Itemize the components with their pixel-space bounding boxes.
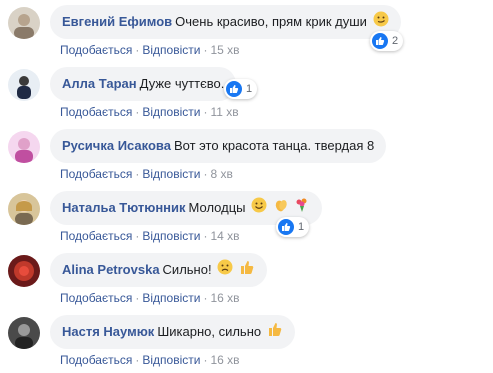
comment-timestamp[interactable]: 16 хв (210, 291, 239, 305)
comment-actions: Подобається · Відповісти · 16 хв (60, 353, 240, 367)
separator: · (135, 291, 140, 305)
reactions-summary[interactable]: 1 (276, 217, 310, 237)
separator: · (203, 167, 208, 181)
separator: · (203, 105, 208, 119)
comment-timestamp[interactable]: 8 хв (210, 167, 232, 181)
comment-bubble: Евгений Ефимов Очень красиво, прям крик д… (50, 5, 401, 39)
like-link[interactable]: Подобається (60, 167, 132, 181)
separator: · (203, 291, 208, 305)
reactions-summary[interactable]: 2 (370, 31, 404, 51)
sad-emoji-icon (217, 254, 233, 288)
avatar[interactable] (8, 317, 40, 349)
reaction-count: 2 (392, 35, 399, 47)
comment-timestamp[interactable]: 16 хв (210, 353, 239, 367)
comment-bubble: Русичка Исакова Вот это красота танца. тв… (50, 129, 387, 163)
avatar[interactable] (8, 69, 40, 101)
thumbs-up-emoji-icon (267, 316, 283, 350)
like-link[interactable]: Подобається (60, 353, 132, 367)
reply-link[interactable]: Відповісти (142, 229, 200, 243)
smile-emoji-icon (251, 192, 267, 226)
comment-actions: Подобається · Відповісти · 11 хв (60, 105, 239, 119)
thumbs-up-emoji-icon (239, 254, 255, 288)
separator: · (135, 353, 140, 367)
comment-actions: Подобається · Відповісти · 14 хв (60, 229, 240, 243)
comment-text: Сильно! (162, 262, 212, 277)
like-icon (278, 219, 294, 235)
comment-bubble: Настя Наумюк Шикарно, сильно (50, 315, 295, 349)
comment: Русичка Исакова Вот это красота танца. тв… (8, 129, 488, 187)
reply-link[interactable]: Відповісти (142, 291, 200, 305)
comment-timestamp[interactable]: 11 хв (210, 105, 238, 119)
separator: · (135, 167, 140, 181)
comment-author[interactable]: Русичка Исакова (62, 138, 171, 153)
comment-timestamp[interactable]: 15 хв (210, 43, 239, 57)
comment-actions: Подобається · Відповісти · 16 хв (60, 291, 240, 305)
reaction-count: 1 (246, 83, 253, 95)
comment-author[interactable]: Настя Наумюк (62, 324, 154, 339)
comment-bubble: Alina Petrovska Сильно! (50, 253, 267, 287)
comment: Евгений Ефимов Очень красиво, прям крик д… (8, 5, 488, 63)
comment: Alina Petrovska Сильно! Подобається · Відпо… (8, 253, 488, 311)
reactions-summary[interactable]: 1 (224, 79, 258, 99)
comment-author[interactable]: Alina Petrovska (62, 262, 160, 277)
like-icon (226, 81, 242, 97)
comment-bubble: Алла Таран Дуже чуттєво. (50, 67, 237, 101)
comment-author[interactable]: Алла Таран (62, 76, 137, 91)
like-link[interactable]: Подобається (60, 291, 132, 305)
comment: Настя Наумюк Шикарно, сильно Подобається ·… (8, 315, 488, 373)
separator: · (135, 229, 140, 243)
like-link[interactable]: Подобається (60, 105, 132, 119)
comment-text: Вот это красота танца. твердая 8 (173, 138, 375, 153)
avatar[interactable] (8, 7, 40, 39)
comment-author[interactable]: Евгений Ефимов (62, 14, 172, 29)
avatar[interactable] (8, 193, 40, 225)
comment: Алла Таран Дуже чуттєво. 1 Подобається · Ві… (8, 67, 488, 125)
comment-timestamp[interactable]: 14 хв (210, 229, 239, 243)
comment: Натальа Тютюнник Молодцы 1 Подобається · Ві… (8, 191, 488, 249)
separator: · (203, 229, 208, 243)
comment-author[interactable]: Натальа Тютюнник (62, 200, 186, 215)
like-icon (372, 33, 388, 49)
avatar[interactable] (8, 131, 40, 163)
reply-link[interactable]: Відповісти (142, 353, 200, 367)
reply-link[interactable]: Відповісти (142, 105, 200, 119)
reply-link[interactable]: Відповісти (142, 167, 200, 181)
comment-text: Очень красиво, прям крик души (175, 14, 367, 29)
separator: · (203, 353, 208, 367)
separator: · (135, 43, 140, 57)
comment-actions: Подобається · Відповісти · 15 хв (60, 43, 240, 57)
avatar[interactable] (8, 255, 40, 287)
reply-link[interactable]: Відповісти (142, 43, 200, 57)
separator: · (203, 43, 208, 57)
like-link[interactable]: Подобається (60, 229, 132, 243)
comment-text: Шикарно, сильно (157, 324, 262, 339)
reaction-count: 1 (298, 221, 305, 233)
comment-text: Молодцы (188, 200, 246, 215)
comment-text: Дуже чуттєво. (139, 76, 225, 91)
like-link[interactable]: Подобається (60, 43, 132, 57)
comment-actions: Подобається · Відповісти · 8 хв (60, 167, 233, 181)
separator: · (135, 105, 140, 119)
